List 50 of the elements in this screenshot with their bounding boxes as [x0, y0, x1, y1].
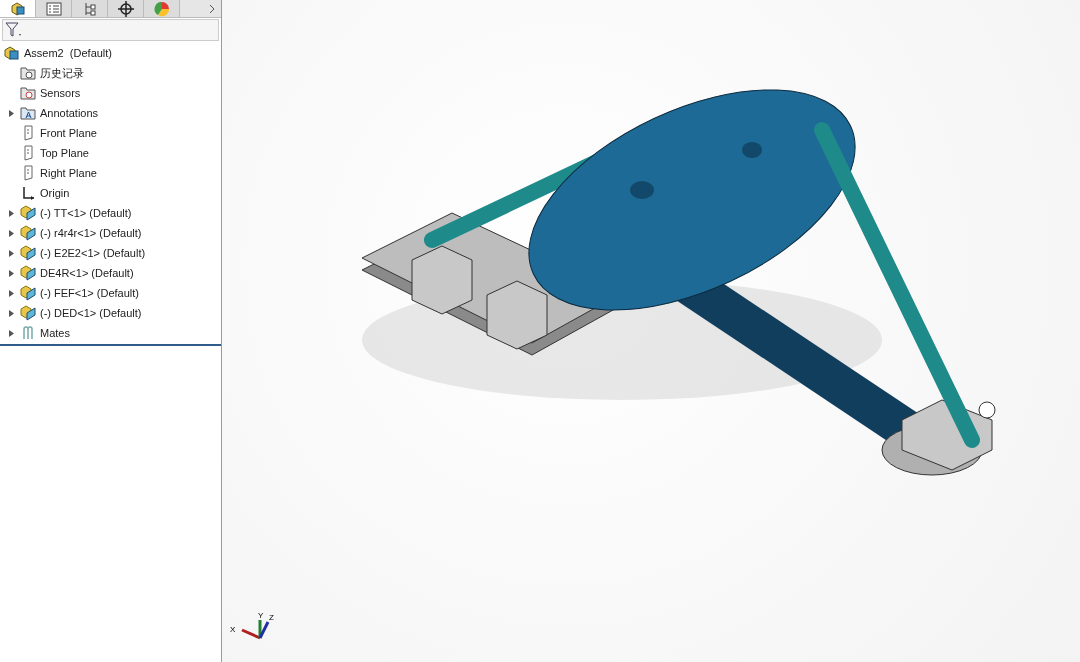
filter-icon[interactable] — [5, 22, 23, 38]
part-icon — [19, 265, 37, 281]
expand-arrow-icon[interactable] — [8, 329, 14, 337]
expand-arrow-icon[interactable] — [8, 289, 14, 297]
tree-item[interactable]: Front Plane — [40, 124, 97, 142]
hierarchy-icon — [82, 1, 97, 16]
tree-item[interactable]: DE4R<1> (Default) — [40, 264, 134, 282]
list-icon — [45, 1, 62, 16]
paperclip-icon — [21, 325, 35, 341]
tree-item[interactable]: (-) r4r4r<1> (Default) — [40, 224, 142, 242]
axis-label: Y — [258, 610, 264, 622]
axis-label: Z — [269, 612, 274, 624]
tree-item[interactable]: Sensors — [40, 84, 81, 102]
part-icon — [19, 245, 37, 261]
plane-icon — [21, 125, 35, 141]
assembly-icon — [9, 1, 26, 16]
part-icon — [19, 225, 37, 241]
tree-item[interactable]: (-) DED<1> (Default) — [40, 304, 142, 322]
folder-gauge-icon — [20, 86, 36, 100]
part-icon — [19, 305, 37, 321]
tree-item[interactable]: (-) E2E2<1> (Default) — [40, 244, 146, 262]
crosshair-icon — [117, 0, 134, 17]
panel-tab[interactable] — [0, 0, 36, 17]
tree-item[interactable]: Right Plane — [40, 164, 97, 182]
tree-item[interactable]: Top Plane — [40, 144, 89, 162]
part-icon — [19, 205, 37, 221]
part-icon — [19, 285, 37, 301]
expand-arrow-icon[interactable] — [8, 309, 14, 317]
plane-icon — [21, 165, 35, 181]
expand-arrow-icon[interactable] — [8, 249, 14, 257]
expand-arrow-icon[interactable] — [8, 109, 14, 117]
folder-letter-icon — [20, 106, 36, 120]
tree-item[interactable]: (-) FEF<1> (Default) — [40, 284, 140, 302]
tree-item[interactable]: 历史记录 — [40, 64, 84, 82]
expand-arrow-icon[interactable] — [8, 229, 14, 237]
axis-label: X — [230, 624, 236, 636]
color-wheel-icon — [153, 0, 170, 17]
folder-clock-icon — [20, 66, 36, 80]
tree-item[interactable]: Origin — [40, 184, 70, 202]
panel-tab[interactable] — [108, 0, 144, 17]
expand-arrow-icon[interactable] — [8, 269, 14, 277]
assembly-icon — [4, 45, 20, 61]
origin-axes-icon — [21, 186, 35, 200]
tree-item[interactable]: Mates — [40, 324, 70, 342]
tree-item[interactable]: Assem2 (Default) — [24, 44, 113, 62]
tree-item[interactable]: (-) TT<1> (Default) — [40, 204, 132, 222]
expand-arrow-icon[interactable] — [8, 209, 14, 217]
plane-icon — [21, 145, 35, 161]
chevron-right-icon[interactable] — [209, 4, 215, 14]
tree-item[interactable]: Annotations — [40, 104, 99, 122]
